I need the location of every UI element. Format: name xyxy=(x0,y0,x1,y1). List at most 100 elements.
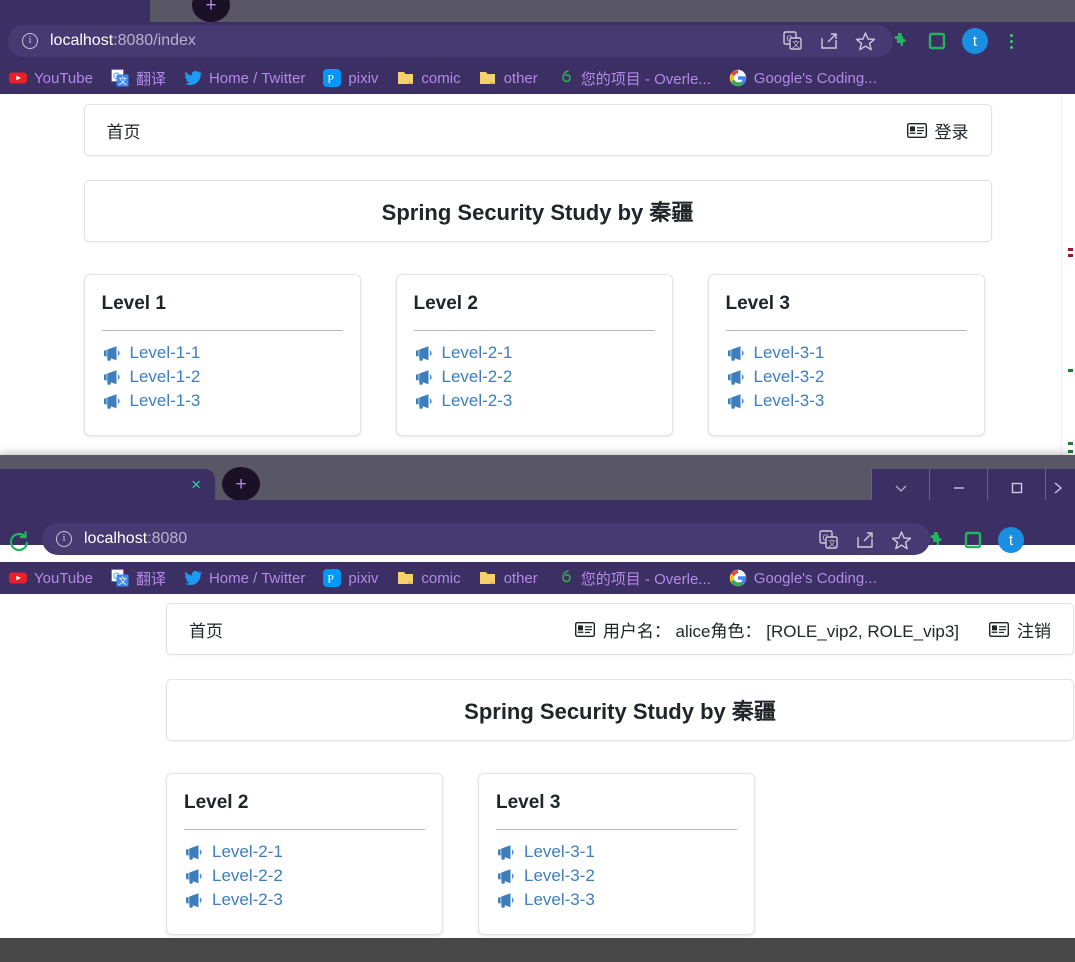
user-info: 用户名： alice角色： [ROLE_vip2, ROLE_vip3] xyxy=(574,617,959,642)
level-card-heading: Level 2 xyxy=(413,293,478,314)
bookmark-item[interactable]: G文翻译 xyxy=(102,65,175,91)
bookmark-item[interactable]: comic xyxy=(387,565,469,591)
toolbar-icons-window1: G文 t xyxy=(782,26,1020,56)
level-link[interactable]: Level-1-1 xyxy=(102,343,343,363)
translate-icon[interactable]: G文 xyxy=(818,529,840,551)
level-link[interactable]: Level-3-3 xyxy=(726,391,967,411)
tab-window1[interactable] xyxy=(0,0,150,22)
share-icon[interactable] xyxy=(854,529,876,551)
bookmark-label: pixiv xyxy=(348,569,379,587)
level-link[interactable]: Level-2-2 xyxy=(414,367,655,387)
svg-text:文: 文 xyxy=(118,575,127,586)
user-info-label: 用户名： alice角色： [ROLE_vip2, ROLE_vip3] xyxy=(602,621,959,641)
star-icon[interactable] xyxy=(890,529,912,551)
address-bar-window2[interactable]: i localhost:8080 xyxy=(42,523,930,555)
page2-card-grid: Level 2 Level-2-1 Level-2-2 Level-2-3 Level … xyxy=(166,773,1074,935)
login-link[interactable]: 登录 xyxy=(906,118,969,143)
divider xyxy=(413,330,655,331)
bookmark-item[interactable]: Ppixiv xyxy=(314,65,387,91)
translate-icon[interactable]: G文 xyxy=(782,30,804,52)
sidepanel-icon[interactable] xyxy=(926,30,948,52)
logout-label: 注销 xyxy=(1017,621,1051,641)
tab-window2[interactable]: × xyxy=(0,469,215,500)
pixiv-icon: P xyxy=(323,569,342,587)
divider xyxy=(496,829,737,830)
level-link[interactable]: Level-1-2 xyxy=(102,367,343,387)
google-translate-icon: G文 xyxy=(110,69,129,87)
level-link[interactable]: Level-3-1 xyxy=(496,842,737,862)
profile-avatar[interactable]: t xyxy=(998,527,1024,553)
extensions-puzzle-icon[interactable] xyxy=(926,529,948,551)
id-card-icon xyxy=(574,621,595,637)
close-tab-icon[interactable]: × xyxy=(191,476,201,493)
google-icon xyxy=(729,69,747,87)
bookmark-label: 翻译 xyxy=(135,570,166,588)
level-card: Level 3 Level-3-1 Level-3-2 Level-3-3 xyxy=(707,274,985,436)
level-link[interactable]: Level-3-1 xyxy=(726,343,967,363)
sidepanel-icon[interactable] xyxy=(962,529,984,551)
bookmark-item[interactable]: other xyxy=(470,65,547,91)
bookmark-item[interactable]: comic xyxy=(387,65,469,91)
page-title: Spring Security Study by 秦疆 xyxy=(381,200,694,225)
page1-title-card: Spring Security Study by 秦疆 xyxy=(83,180,992,242)
home-link[interactable]: 首页 xyxy=(189,617,223,642)
page1-card-grid: Level 1 Level-1-1 Level-1-2 Level-1-3 Level … xyxy=(83,274,992,436)
address-bar-window1[interactable]: i localhost:8080/index xyxy=(8,25,893,57)
level-link-label: Level-3-2 xyxy=(753,367,825,386)
folder-icon xyxy=(479,69,497,87)
overleaf-icon xyxy=(556,69,574,87)
level-link[interactable]: Level-2-2 xyxy=(184,866,425,886)
level-link[interactable]: Level-2-1 xyxy=(414,343,655,363)
browser-menu-icon[interactable] xyxy=(1002,33,1020,49)
share-icon[interactable] xyxy=(818,30,840,52)
level-link[interactable]: Level-2-3 xyxy=(414,391,655,411)
site-info-icon[interactable]: i xyxy=(56,531,72,547)
bookmark-label: 翻译 xyxy=(135,70,166,88)
twitter-icon xyxy=(184,69,202,87)
bookmark-item[interactable]: 您的项目 - Overle... xyxy=(547,65,720,91)
bookmarks-bar-window2: YouTube G文翻译 Home / Twitter Ppixiv comic othe… xyxy=(0,562,1075,594)
scrollbar-window1[interactable] xyxy=(1061,94,1075,470)
bookmark-item[interactable]: YouTube xyxy=(0,65,102,91)
level-link[interactable]: Level-1-3 xyxy=(102,391,343,411)
svg-text:文: 文 xyxy=(792,39,800,49)
level-link[interactable]: Level-3-2 xyxy=(496,866,737,886)
screen: + i localhost:8080/index G文 xyxy=(0,0,1075,962)
page-content-window1: 首页 登录 Spring Security Study by 秦疆 Level … xyxy=(0,94,1075,470)
level-link-label: Level-3-3 xyxy=(753,391,825,410)
plus-icon: + xyxy=(205,0,217,16)
url-text-window1: localhost:8080/index xyxy=(50,32,196,50)
bookmark-label: Home / Twitter xyxy=(208,569,306,587)
page-title: Spring Security Study by 秦疆 xyxy=(464,699,776,724)
reload-button[interactable] xyxy=(5,528,33,556)
bookmark-item[interactable]: Home / Twitter xyxy=(175,565,314,591)
level-link-label: Level-1-2 xyxy=(129,367,201,386)
level-link[interactable]: Level-3-3 xyxy=(496,890,737,910)
level-link-label: Level-2-1 xyxy=(441,343,513,362)
level-card: Level 2 Level-2-1 Level-2-2 Level-2-3 xyxy=(395,274,673,436)
level-link[interactable]: Level-3-2 xyxy=(726,367,967,387)
bookmark-item[interactable]: YouTube xyxy=(0,565,102,591)
bullhorn-icon xyxy=(184,844,203,861)
bookmark-item[interactable]: other xyxy=(470,565,547,591)
level-link[interactable]: Level-2-3 xyxy=(184,890,425,910)
home-link[interactable]: 首页 xyxy=(107,118,141,143)
new-tab-button-window2[interactable]: + xyxy=(222,467,260,501)
bookmark-item[interactable]: Ppixiv xyxy=(314,565,387,591)
level-link[interactable]: Level-2-1 xyxy=(184,842,425,862)
bookmark-label: YouTube xyxy=(34,69,93,87)
bookmark-item[interactable]: Home / Twitter xyxy=(175,65,314,91)
bookmark-item[interactable]: 您的项目 - Overle... xyxy=(547,565,720,591)
bookmark-label: pixiv xyxy=(348,69,379,87)
bookmark-item[interactable]: G文翻译 xyxy=(102,565,175,591)
logout-link[interactable]: 注销 xyxy=(988,617,1051,642)
site-info-icon[interactable]: i xyxy=(22,33,38,49)
bookmark-item[interactable]: Google's Coding... xyxy=(720,65,886,91)
profile-avatar[interactable]: t xyxy=(962,28,988,54)
divider xyxy=(184,829,425,830)
star-icon[interactable] xyxy=(854,30,876,52)
bookmark-item[interactable]: Google's Coding... xyxy=(720,565,886,591)
extensions-puzzle-icon[interactable] xyxy=(890,30,912,52)
folder-icon xyxy=(396,69,414,87)
bookmark-label: comic xyxy=(421,69,461,87)
